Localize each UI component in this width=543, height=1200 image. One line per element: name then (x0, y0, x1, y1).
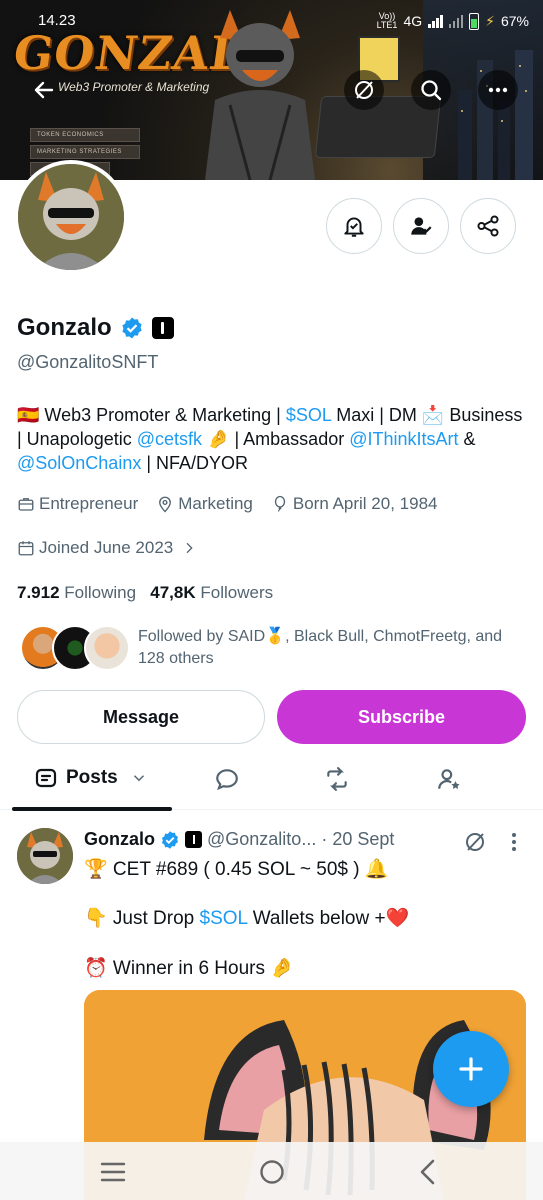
bio-cashtag-sol[interactable]: $SOL (286, 405, 331, 425)
bell-check-icon (344, 217, 364, 237)
chevron-down-icon (133, 775, 144, 782)
message-button[interactable]: Message (17, 690, 265, 744)
post-date[interactable]: · 20 Sept (321, 829, 394, 850)
battery-percent: 67% (500, 13, 529, 29)
follower-avatar (84, 625, 130, 671)
follow-counts: 7.912 Following 47,8K Followers (17, 583, 273, 603)
tab-posts[interactable]: Posts (34, 766, 148, 790)
volte-indicator: Vo)) LTE1 (376, 11, 398, 30)
profile-tabs: Posts (0, 750, 543, 811)
followed-by-avatars[interactable] (20, 625, 130, 671)
home-circle-icon (260, 1160, 284, 1184)
tab-replies-icon[interactable] (214, 766, 240, 792)
profile-category: Entrepreneur (17, 494, 138, 514)
subscribe-button[interactable]: Subscribe (277, 690, 526, 744)
more-button[interactable] (478, 70, 518, 110)
grok-icon[interactable] (463, 830, 487, 854)
post-author-avatar[interactable] (17, 828, 73, 884)
post-header: Gonzalo @Gonzalito... · 20 Sept (84, 829, 394, 850)
banner-subtitle: Web3 Promoter & Marketing (58, 80, 210, 94)
menu-lines-icon (100, 1162, 126, 1182)
post-author-name[interactable]: Gonzalo (84, 829, 155, 850)
post-text-line: 👇 Just Drop $SOL Wallets below +❤️ (84, 908, 410, 929)
notifications-button[interactable] (326, 198, 382, 254)
affiliate-badge-icon (185, 831, 202, 848)
network-type: 4G (403, 13, 423, 29)
profile-meta: Entrepreneur Marketing Born April 20, 19… (17, 494, 437, 514)
chevron-left-icon (420, 1159, 435, 1185)
battery-icon (469, 12, 480, 30)
active-tab-indicator (12, 807, 172, 811)
calendar-icon (18, 541, 34, 556)
grok-button[interactable] (344, 70, 384, 110)
back-nav-button[interactable] (408, 1154, 448, 1190)
post-author-handle[interactable]: @Gonzalito... (207, 829, 316, 850)
charging-icon: ⚡ (485, 12, 495, 29)
book: MARKETING STRATEGIES (30, 145, 140, 159)
status-time: 14.23 (38, 12, 76, 29)
profile-name: Gonzalo (17, 314, 112, 341)
verified-badge-icon (162, 830, 178, 849)
profile-handle: @GonzalitoSNFT (17, 352, 159, 372)
back-button[interactable] (24, 70, 64, 110)
verified-badge-icon[interactable] (120, 316, 144, 340)
post-text-line: 🏆 CET #689 ( 0.45 SOL ~ 50$ ) 🔔 (84, 859, 389, 880)
signal-icon (428, 14, 443, 28)
profile-avatar[interactable] (14, 160, 128, 274)
system-nav-bar (0, 1142, 543, 1200)
avatar-fox-illustration (18, 164, 124, 270)
profile-bio: 🇪🇸 Web3 Promoter & Marketing | $SOL Maxi… (17, 405, 523, 473)
profile-joined[interactable]: Joined June 2023 (17, 538, 197, 558)
signal-icon-2 (448, 14, 464, 28)
following-button[interactable] (393, 198, 449, 254)
affiliate-badge-icon[interactable] (151, 317, 174, 339)
post-text-line: ⏰ Winner in 6 Hours 🤌 (84, 958, 294, 979)
bio-mention-ithinkitsart[interactable]: @IThinkItsArt (349, 429, 458, 449)
following-link[interactable]: 7.912 Following (17, 583, 136, 602)
profile-birthday: Born April 20, 1984 (271, 494, 437, 514)
plus-icon (459, 1057, 483, 1081)
location-pin-icon (159, 496, 172, 513)
profile-location: Marketing (156, 494, 253, 514)
user-check-icon (411, 217, 432, 235)
briefcase-icon (18, 498, 34, 511)
more-horizontal-icon (488, 87, 508, 93)
posts-icon (35, 768, 57, 788)
recent-apps-button[interactable] (93, 1154, 133, 1190)
post-cashtag-sol[interactable]: $SOL (200, 908, 248, 929)
arrow-left-icon (34, 81, 54, 99)
followers-link[interactable]: 47,8K Followers (150, 583, 273, 602)
status-bar: 14.23 Vo)) LTE1 4G ⚡ 67% (0, 10, 543, 38)
search-icon (421, 80, 442, 101)
followed-by-text[interactable]: Followed by SAID🥇, Black Bull, ChmotFree… (138, 626, 528, 670)
grok-icon (355, 81, 373, 99)
search-button[interactable] (411, 70, 451, 110)
book: TOKEN ECONOMICS (30, 128, 140, 142)
flag-emoji: 🇪🇸 (17, 405, 40, 425)
profile-name-row: Gonzalo (17, 314, 174, 342)
balloon-icon (274, 495, 286, 512)
bio-mention-cetsfk[interactable]: @cetsfk (137, 429, 202, 449)
chevron-right-icon (186, 542, 193, 554)
home-button[interactable] (252, 1154, 292, 1190)
bio-mention-solonchainx[interactable]: @SolOnChainx (17, 453, 141, 473)
compose-post-button[interactable] (433, 1031, 509, 1107)
post-more-icon[interactable] (504, 830, 524, 854)
share-icon (477, 215, 499, 237)
share-button[interactable] (460, 198, 516, 254)
tab-highlights-icon[interactable] (436, 766, 462, 792)
tab-reposts-icon[interactable] (324, 766, 350, 792)
avatar-fox-illustration (17, 828, 73, 884)
